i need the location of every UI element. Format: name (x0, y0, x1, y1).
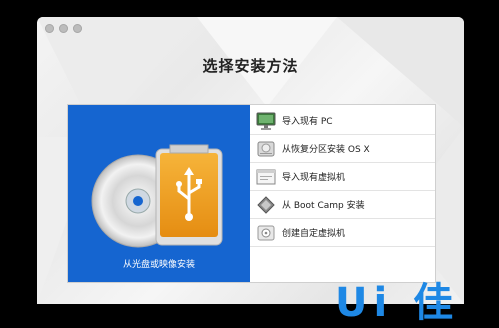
install-options-list: 导入现有 PC 从恢复分区安装 OS X 导入现有虚拟机 从 Boot Camp… (250, 105, 435, 282)
window-minimize-button[interactable] (59, 24, 68, 33)
option-boot-camp[interactable]: 从 Boot Camp 安装 (250, 191, 435, 219)
watermark-logo: Ui 佳 (335, 280, 460, 326)
option-recovery-partition-label: 从恢复分区安装 OS X (282, 145, 370, 155)
option-import-vm-label: 导入现有虚拟机 (282, 173, 346, 183)
pc-monitor-icon (256, 112, 276, 130)
option-import-vm[interactable]: 导入现有虚拟机 (250, 163, 435, 191)
option-import-pc-label: 导入现有 PC (282, 117, 333, 127)
boot-camp-icon (257, 196, 275, 214)
install-from-disc-card[interactable]: 从光盘或映像安装 (68, 105, 250, 282)
disc-usb-icon (91, 144, 223, 248)
installer-window: 选择安装方法 从光盘或映像安装 导入现有 PC 从恢复分区安装 OS X 导入现… (37, 17, 464, 304)
window-zoom-button[interactable] (73, 24, 82, 33)
option-boot-camp-label: 从 Boot Camp 安装 (282, 201, 365, 211)
custom-disk-icon (257, 225, 275, 241)
window-close-button[interactable] (45, 24, 54, 33)
option-custom-vm[interactable]: 创建自定虚拟机 (250, 219, 435, 247)
install-methods-panel: 从光盘或映像安装 导入现有 PC 从恢复分区安装 OS X 导入现有虚拟机 从 … (68, 105, 435, 282)
vm-window-icon (256, 169, 276, 185)
option-recovery-partition[interactable]: 从恢复分区安装 OS X (250, 135, 435, 163)
option-custom-vm-label: 创建自定虚拟机 (282, 229, 346, 239)
option-import-pc[interactable]: 导入现有 PC (250, 107, 435, 135)
install-from-disc-label: 从光盘或映像安装 (122, 260, 195, 270)
window-title: 选择安装方法 (202, 57, 299, 75)
hard-drive-icon (257, 141, 275, 157)
